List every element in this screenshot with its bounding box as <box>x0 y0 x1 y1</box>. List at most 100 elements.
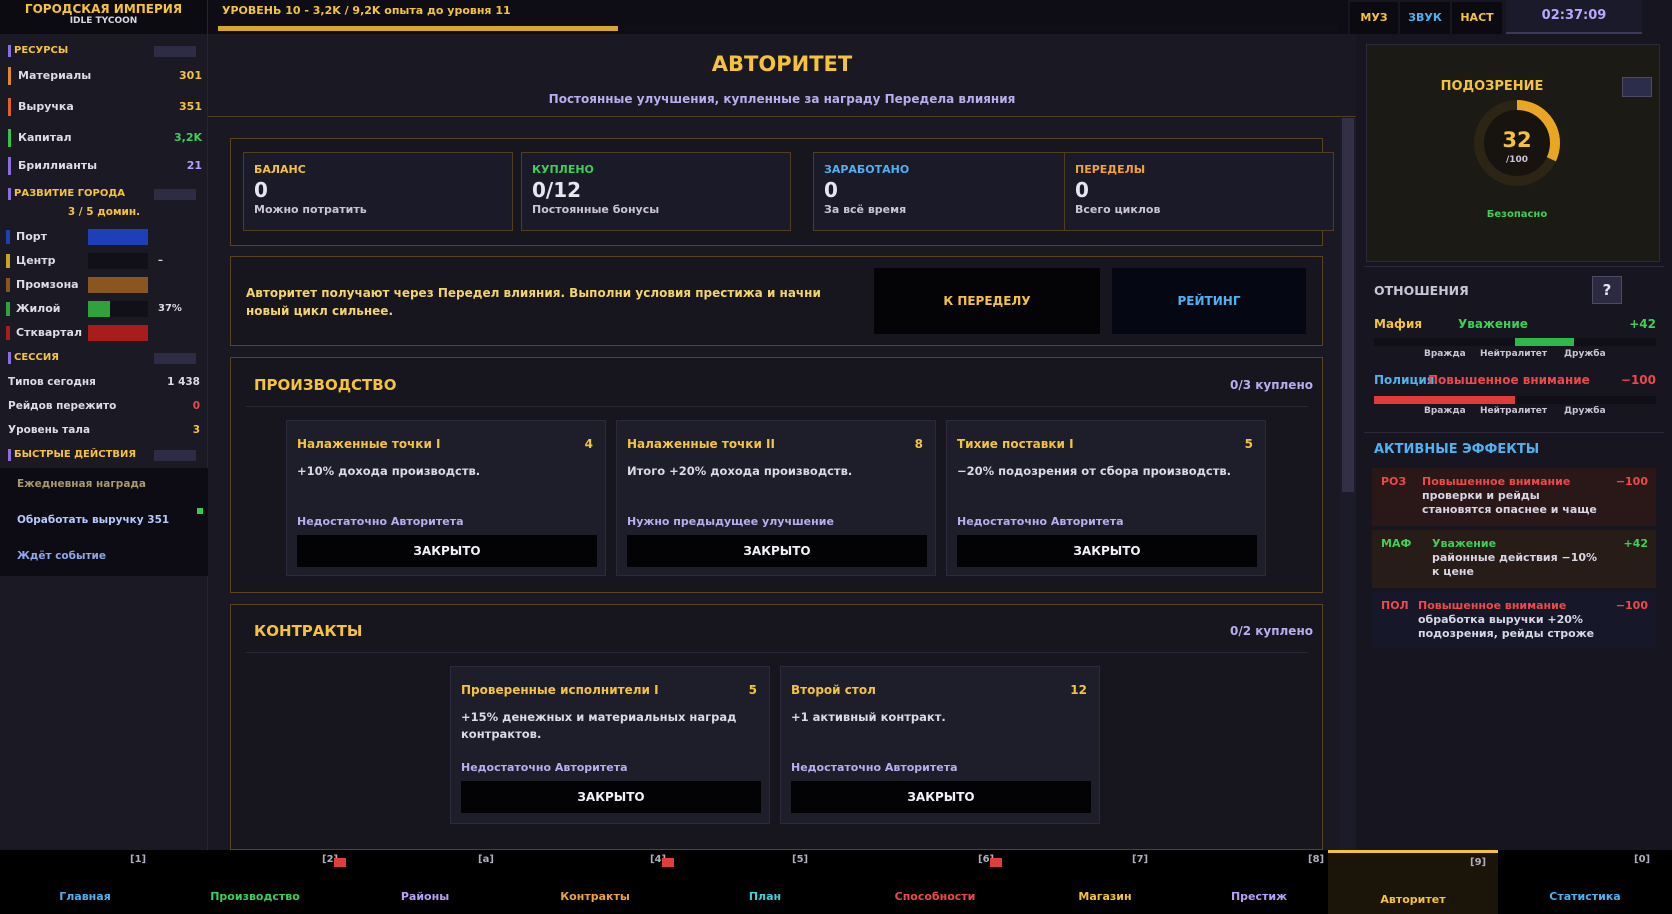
quick-header[interactable]: БЫСТРЫЕ ДЕЙСТВИЯ <box>4 447 200 463</box>
page-title: АВТОРИТЕТ <box>711 52 853 76</box>
relation-bar-fill <box>1374 396 1515 404</box>
card-title: Тихие поставки I <box>957 437 1074 451</box>
prestige-button[interactable]: К ПЕРЕДЕЛУ <box>874 268 1100 334</box>
scrollbar[interactable] <box>1340 118 1356 850</box>
stat-label: БАЛАНС <box>254 163 306 176</box>
section-title: ПРОИЗВОДСТВО <box>254 376 397 394</box>
nav-tab-8[interactable]: [8] Престиж <box>1190 850 1328 914</box>
district-progress-fill <box>88 229 148 245</box>
card-status: Недостаточно Авторитета <box>297 515 464 528</box>
nav-tab-2[interactable]: [2] Производство <box>170 850 346 914</box>
session-label: Типов сегодня <box>8 376 96 388</box>
resource-value: 351 <box>179 100 202 113</box>
nav-tab-6[interactable]: [6] Способности <box>850 850 1020 914</box>
collapse-toggle[interactable] <box>154 450 196 461</box>
effect-name: Повышенное внимание <box>1418 599 1567 612</box>
district-label: Порт <box>16 230 48 243</box>
suspicion-toggle[interactable] <box>1622 77 1652 97</box>
city-header[interactable]: РАЗВИТИЕ ГОРОДА <box>4 186 200 202</box>
card-title: Налаженные точки II <box>627 437 775 451</box>
nav-tab-3[interactable]: [a] Районы <box>340 850 510 914</box>
session-label: Уровень тала <box>8 424 91 436</box>
session-header[interactable]: СЕССИЯ <box>4 350 200 366</box>
sound-button[interactable]: ЗВУК <box>1400 2 1450 34</box>
stat-value: 0 <box>824 178 838 202</box>
process-revenue-button[interactable]: Обработать выручку 351 <box>17 514 169 526</box>
district-row[interactable]: Порт <box>6 228 202 246</box>
nav-tab-10[interactable]: [0] Статистика <box>1498 850 1672 914</box>
relation-name: Мафия <box>1374 317 1423 331</box>
daily-reward-button[interactable]: Ежедневная награда <box>17 478 146 490</box>
relation-state: Уважение <box>1458 317 1528 331</box>
stat-hint: Можно потратить <box>254 203 367 216</box>
resources-header[interactable]: РЕСУРСЫ <box>4 43 200 59</box>
help-button[interactable]: ? <box>1592 276 1622 304</box>
card-status: Нужно предыдущее улучшение <box>627 515 834 528</box>
district-row[interactable]: Промзона <box>6 276 202 294</box>
locked-button[interactable]: ЗАКРЫТО <box>461 781 761 813</box>
suspicion-status: Безопасно <box>1486 209 1548 220</box>
session-value: 1 438 <box>167 376 200 388</box>
alert-badge <box>990 858 1002 867</box>
bottom-nav: [1] Главная [2] Производство [a] Районы [4] Кон… <box>0 850 1672 914</box>
collapse-toggle[interactable] <box>154 353 196 364</box>
card-cost: 5 <box>1244 437 1253 451</box>
settings-button[interactable]: НАСТ <box>1452 2 1502 34</box>
nav-tab-9[interactable]: [9] Авторитет <box>1328 850 1498 914</box>
nav-hotkey: [1] <box>130 854 147 865</box>
right-panel: ПОДОЗРЕНИЕ 32 /100 Безопасно ОТНОШЕНИЯ ?… <box>1356 34 1672 850</box>
stat-label: ПЕРЕДЕЛЫ <box>1075 163 1146 176</box>
district-row[interactable]: Стквартал <box>6 324 202 342</box>
suspicion-title: ПОДОЗРЕНИЕ <box>1440 79 1544 94</box>
locked-button[interactable]: ЗАКРЫТО <box>297 535 597 567</box>
brand-subtitle: IDLE TYCOON <box>69 16 138 26</box>
city-houses: 3 / 5 домин. <box>67 206 141 218</box>
await-event-button[interactable]: Ждёт событие <box>17 550 106 562</box>
resource-row: Капитал 3,2K <box>8 128 202 148</box>
relation-state: Повышенное внимание <box>1428 373 1590 387</box>
district-progress <box>88 301 148 317</box>
resource-row: Материалы 301 <box>8 66 202 86</box>
scrollbar-thumb[interactable] <box>1342 118 1354 492</box>
resource-label: Бриллианты <box>18 159 98 172</box>
effect-desc: обработка выручки +20% подозрения, рейды … <box>1418 613 1595 640</box>
rating-button[interactable]: РЕЙТИНГ <box>1112 268 1306 334</box>
divider <box>246 652 1308 653</box>
nav-tab-7[interactable]: [7] Магазин <box>1020 850 1190 914</box>
resource-color-bar <box>8 67 11 85</box>
nav-label: Статистика <box>1549 890 1621 903</box>
top-bar: УРОВЕНЬ 10 - 3,2K / 9,2K опыта до уровня… <box>208 0 1348 34</box>
nav-tab-4[interactable]: [4] Контракты <box>510 850 680 914</box>
district-progress <box>88 229 148 245</box>
locked-button[interactable]: ЗАКРЫТО <box>627 535 927 567</box>
locked-button[interactable]: ЗАКРЫТО <box>957 535 1257 567</box>
stat-value: 0 <box>254 178 268 202</box>
district-label: Центр <box>16 254 56 267</box>
session-label: Рейдов пережито <box>8 400 117 412</box>
relations-title: ОТНОШЕНИЯ <box>1374 283 1469 298</box>
card-status: Недостаточно Авторитета <box>791 761 958 774</box>
district-color-bar <box>6 278 10 292</box>
district-row[interactable]: Центр – <box>6 252 202 270</box>
collapse-toggle[interactable] <box>154 189 196 200</box>
nav-tab-5[interactable]: [5] План <box>680 850 850 914</box>
locked-button[interactable]: ЗАКРЫТО <box>791 781 1091 813</box>
divider <box>208 116 1356 117</box>
left-sidebar: ГОРОДСКАЯ ИМПЕРИЯ IDLE TYCOON РЕСУРСЫ Ма… <box>0 0 208 850</box>
resource-value: 301 <box>179 69 202 82</box>
relation-value: −100 <box>1620 373 1656 387</box>
effect-item: МАФ Уважение +42 районные действия −10% к… <box>1372 530 1656 588</box>
nav-tab-1[interactable]: [1] Главная <box>0 850 170 914</box>
district-row[interactable]: Жилой 37% <box>6 300 202 318</box>
alert-badge <box>662 858 674 867</box>
collapse-toggle[interactable] <box>154 46 196 57</box>
tick-label: Дружба <box>1564 349 1606 359</box>
card-cost: 5 <box>748 683 757 697</box>
session-value: 0 <box>192 400 200 412</box>
resource-row: Бриллианты 21 <box>8 156 202 176</box>
music-button[interactable]: МУЗ <box>1350 2 1398 34</box>
stat-earned: ЗАРАБОТАНО 0 За всё время <box>813 152 1083 231</box>
section-title: КОНТРАКТЫ <box>254 622 363 640</box>
suspicion-value: 32 <box>1502 128 1531 152</box>
card-cost: 4 <box>584 437 593 451</box>
